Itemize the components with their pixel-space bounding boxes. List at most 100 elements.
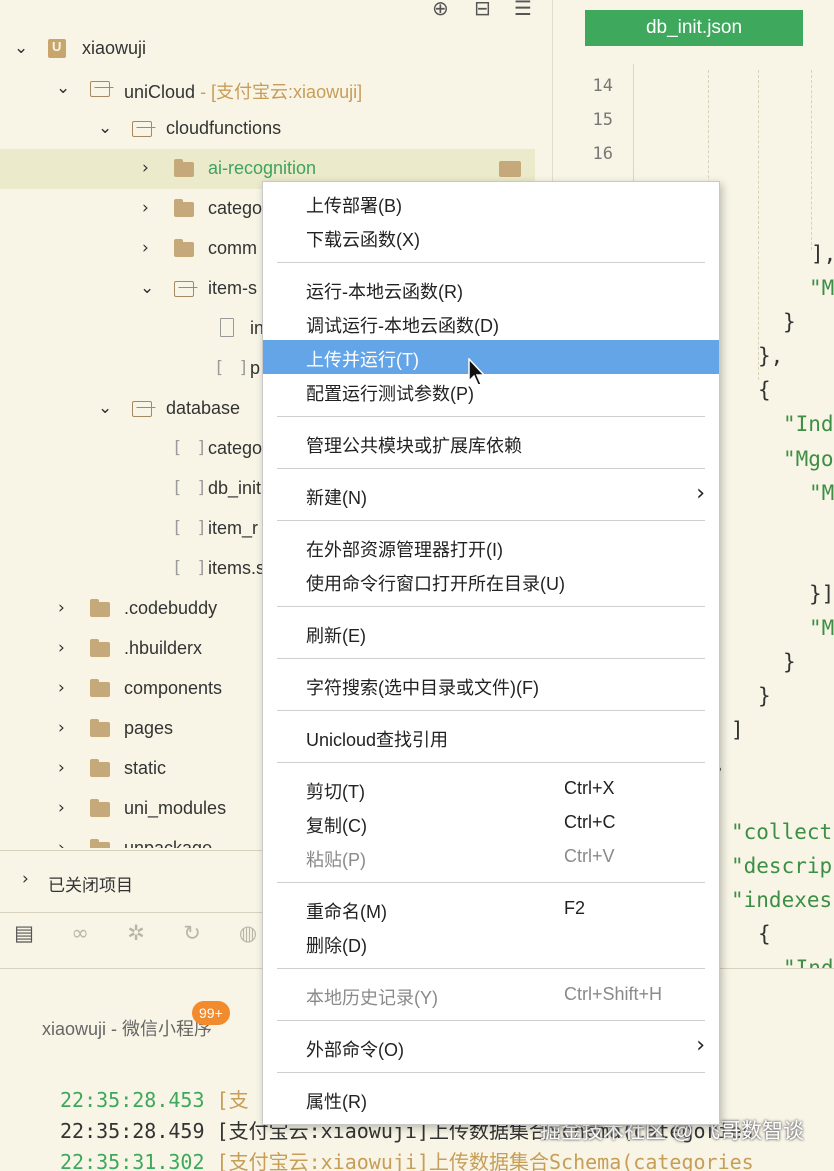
log-message: [支 bbox=[216, 1088, 249, 1112]
menu-item-open-in-explorer[interactable]: 在外部资源管理器打开(I) bbox=[263, 530, 719, 564]
refresh-icon[interactable]: ↻ bbox=[178, 921, 206, 949]
project-manager-icon[interactable]: ▤ bbox=[10, 921, 38, 949]
editor-tab-db-init[interactable]: db_init.json bbox=[585, 10, 803, 46]
chevron-right-icon[interactable]: › bbox=[58, 677, 65, 699]
tree-item-xiaowuji[interactable]: ⌄ xiaowuji bbox=[0, 29, 535, 69]
tree-item-label: catego bbox=[208, 198, 263, 218]
indent-guide bbox=[811, 70, 812, 250]
tree-item-label: .codebuddy bbox=[124, 598, 218, 618]
menu-item-label: 上传并运行(T) bbox=[306, 350, 419, 370]
line-number: 14 bbox=[592, 76, 613, 96]
code-line: "Ind bbox=[783, 412, 834, 436]
chevron-down-icon[interactable]: ⌄ bbox=[14, 37, 28, 59]
chevron-right-icon[interactable]: › bbox=[58, 597, 65, 619]
menu-item-label: 字符搜索(选中目录或文件)(F) bbox=[306, 678, 539, 698]
menu-item-rename[interactable]: 重命名(M) F2 bbox=[263, 892, 719, 926]
gutter-divider bbox=[633, 64, 634, 194]
chevron-right-icon: › bbox=[696, 1033, 705, 1058]
js-file-icon bbox=[220, 318, 234, 337]
code-line: }] bbox=[809, 582, 834, 606]
tree-item-label: static bbox=[124, 758, 167, 778]
chevron-down-icon[interactable]: ⌄ bbox=[56, 77, 70, 99]
menu-item-delete[interactable]: 删除(D) bbox=[263, 926, 719, 960]
menu-item-label: 粘贴(P) bbox=[306, 850, 366, 870]
menu-item-download-function[interactable]: 下载云函数(X) bbox=[263, 220, 719, 254]
globe-icon[interactable]: ◍ bbox=[234, 921, 262, 949]
menu-item-find-references[interactable]: Unicloud查找引用 bbox=[263, 720, 719, 754]
chevron-right-icon[interactable]: › bbox=[58, 757, 65, 779]
tree-item-label: database bbox=[166, 398, 241, 418]
log-line: 22:35:31.302 [支付宝云:xiaowuji]上传数据集合Schema… bbox=[60, 1146, 754, 1171]
tree-item-unicloud[interactable]: ⌄ uniCloud - [支付宝云:xiaowuji] bbox=[0, 69, 535, 109]
menu-item-config-test-params[interactable]: 配置运行测试参数(P) bbox=[263, 374, 719, 408]
chevron-down-icon[interactable]: ⌄ bbox=[140, 277, 154, 299]
chevron-right-icon[interactable]: › bbox=[58, 637, 65, 659]
chevron-right-icon[interactable]: › bbox=[142, 157, 149, 179]
menu-separator bbox=[277, 762, 705, 763]
menu-item-label: 运行-本地云函数(R) bbox=[306, 282, 463, 302]
menu-item-external-command[interactable]: 外部命令(O) › bbox=[263, 1030, 719, 1064]
notification-badge: 99+ bbox=[192, 1001, 230, 1025]
tree-item-label: xiaowuji bbox=[82, 38, 147, 58]
json-file-icon: [ ] bbox=[172, 518, 209, 538]
code-line: { bbox=[758, 922, 771, 946]
folder-icon bbox=[174, 239, 194, 257]
folder-icon bbox=[499, 161, 521, 177]
line-number: 15 bbox=[592, 110, 613, 130]
code-line: "collect bbox=[731, 820, 833, 844]
menu-item-upload-deploy[interactable]: 上传部署(B) bbox=[263, 186, 719, 220]
menu-shortcut: Ctrl+Shift+H bbox=[564, 984, 663, 1004]
menu-item-debug-local[interactable]: 调试运行-本地云函数(D) bbox=[263, 306, 719, 340]
menu-shortcut: Ctrl+C bbox=[564, 812, 616, 832]
chevron-right-icon: › bbox=[696, 481, 705, 506]
context-menu: 上传部署(B) 下载云函数(X) 运行-本地云函数(R) 调试运行-本地云函数(… bbox=[262, 181, 720, 1125]
menu-item-refresh[interactable]: 刷新(E) bbox=[263, 616, 719, 650]
menu-item-run-local[interactable]: 运行-本地云函数(R) bbox=[263, 272, 719, 306]
project-icon bbox=[48, 39, 66, 58]
menu-item-copy[interactable]: 复制(C) Ctrl+C bbox=[263, 806, 719, 840]
tree-item-label: ai-recognition bbox=[208, 158, 317, 178]
menu-item-label: 刷新(E) bbox=[306, 626, 366, 646]
menu-item-new[interactable]: 新建(N) › bbox=[263, 478, 719, 512]
menu-separator bbox=[277, 1072, 705, 1073]
folder-icon bbox=[90, 719, 110, 737]
folder-icon bbox=[90, 679, 110, 697]
console-title: xiaowuji - 微信小程序 bbox=[42, 1019, 213, 1039]
json-file-icon: [ ] bbox=[214, 358, 251, 378]
menu-item-label: 重命名(M) bbox=[306, 902, 387, 922]
chevron-right-icon[interactable]: › bbox=[58, 837, 65, 848]
tree-item-label: unpackage bbox=[124, 838, 213, 848]
folder-icon bbox=[90, 799, 110, 817]
tree-item-label: .hbuilderx bbox=[124, 638, 203, 658]
menu-item-label: 新建(N) bbox=[306, 488, 367, 508]
folder-icon bbox=[90, 599, 110, 617]
tree-item-label: item_r bbox=[208, 518, 259, 538]
menu-item-manage-dependencies[interactable]: 管理公共模块或扩展库依赖 bbox=[263, 426, 719, 460]
log-timestamp: 22:35:28.453 bbox=[60, 1088, 205, 1112]
menu-item-text-search[interactable]: 字符搜索(选中目录或文件)(F) bbox=[263, 668, 719, 702]
log-line: 22:35:28.453 [支 bbox=[60, 1084, 249, 1113]
chevron-down-icon[interactable]: ⌄ bbox=[98, 397, 112, 419]
chevron-right-icon[interactable]: › bbox=[22, 869, 29, 889]
mouse-cursor-icon bbox=[468, 358, 486, 386]
menu-item-label: 本地历史记录(Y) bbox=[306, 988, 438, 1008]
tree-item-label: uniCloud - [支付宝云:xiaowuji] bbox=[124, 82, 363, 102]
menu-shortcut: Ctrl+X bbox=[564, 778, 615, 798]
menu-item-open-terminal[interactable]: 使用命令行窗口打开所在目录(U) bbox=[263, 564, 719, 598]
chevron-right-icon[interactable]: › bbox=[58, 717, 65, 739]
chevron-right-icon[interactable]: › bbox=[142, 237, 149, 259]
bug-icon[interactable]: ✲ bbox=[122, 921, 150, 949]
folder-icon bbox=[174, 159, 194, 177]
menu-item-upload-and-run[interactable]: 上传并运行(T) bbox=[263, 340, 719, 374]
folder-icon bbox=[174, 199, 194, 217]
folder-icon bbox=[90, 759, 110, 777]
chevron-down-icon[interactable]: ⌄ bbox=[98, 117, 112, 139]
chevron-right-icon[interactable]: › bbox=[58, 797, 65, 819]
chevron-right-icon[interactable]: › bbox=[142, 197, 149, 219]
binoculars-icon[interactable]: ∞ bbox=[66, 921, 94, 949]
menu-item-cut[interactable]: 剪切(T) Ctrl+X bbox=[263, 772, 719, 806]
tree-item-cloudfunctions[interactable]: ⌄ cloudfunctions bbox=[0, 109, 535, 149]
code-line: }, bbox=[758, 344, 784, 368]
menu-item-properties[interactable]: 属性(R) bbox=[263, 1082, 719, 1116]
tree-item-label: db_init bbox=[208, 478, 262, 498]
